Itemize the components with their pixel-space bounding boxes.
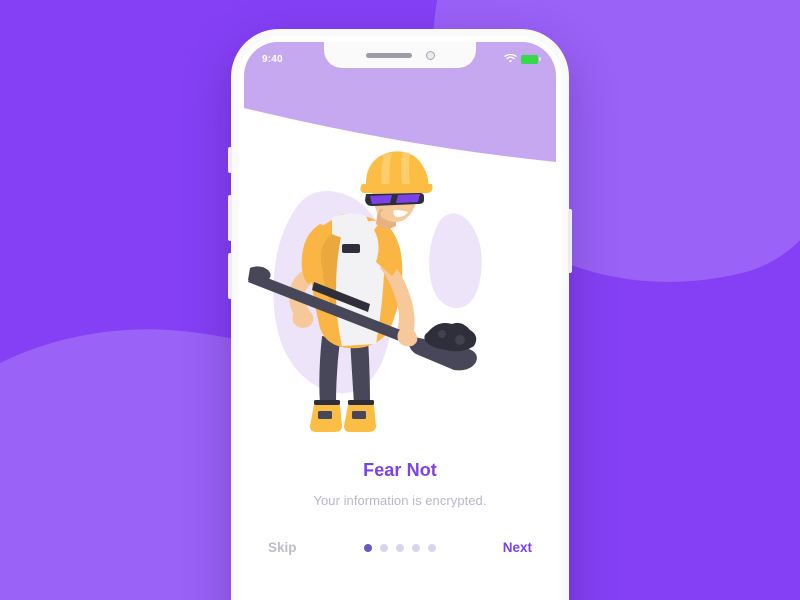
worker-boot-right-cuff xyxy=(348,400,374,405)
pagination-dot-1[interactable] xyxy=(363,543,372,552)
phone-screen: 9:40 Fear Not Your information is encryp… xyxy=(244,42,556,600)
phone-mockup: 9:40 Fear Not Your information is encryp… xyxy=(228,29,572,600)
worker-hand-front xyxy=(397,327,418,347)
onboarding-bottom-nav: Skip Next xyxy=(244,540,556,555)
glasses-lens-right xyxy=(396,194,420,203)
pagination-dot-2[interactable] xyxy=(379,543,388,552)
volume-down-button[interactable] xyxy=(228,253,232,299)
pagination-dot-4[interactable] xyxy=(411,543,420,552)
front-camera-icon xyxy=(425,50,435,60)
worker-boot-left-cuff xyxy=(314,400,340,405)
pagination-dot-5[interactable] xyxy=(427,543,436,552)
volume-up-button[interactable] xyxy=(228,195,232,241)
pagination-dots xyxy=(363,543,436,552)
construction-worker-digging-illustration xyxy=(248,151,482,432)
power-button[interactable] xyxy=(568,209,572,273)
onboarding-screenshot-scene: 9:40 Fear Not Your information is encryp… xyxy=(0,0,800,600)
coal-chunk-2 xyxy=(438,330,446,338)
onboarding-text-block: Fear Not Your information is encrypted. xyxy=(244,460,556,508)
page-subtitle: Your information is encrypted. xyxy=(313,493,487,508)
worker-vest-pocket xyxy=(342,244,360,253)
mute-switch-button[interactable] xyxy=(228,147,232,173)
worker-boot-right-detail xyxy=(352,411,366,419)
worker-leg-left xyxy=(319,336,340,404)
worker-shoulder-patch xyxy=(332,213,369,239)
speaker-grille-icon xyxy=(365,52,412,58)
next-button[interactable]: Next xyxy=(503,540,532,555)
decorative-blob-small xyxy=(429,213,482,309)
pagination-dot-3[interactable] xyxy=(395,543,404,552)
page-title: Fear Not xyxy=(363,460,437,480)
worker-hard-hat xyxy=(366,151,429,188)
worker-boot-left-detail xyxy=(318,411,332,419)
skip-button[interactable]: Skip xyxy=(268,540,297,555)
shovel-grip xyxy=(248,266,271,284)
glasses-lens-left xyxy=(370,195,392,204)
phone-notch xyxy=(324,42,476,68)
hard-hat-ridge-2 xyxy=(401,152,410,186)
worker-hard-hat-brim xyxy=(360,184,433,193)
coal-chunk-1 xyxy=(455,335,465,345)
